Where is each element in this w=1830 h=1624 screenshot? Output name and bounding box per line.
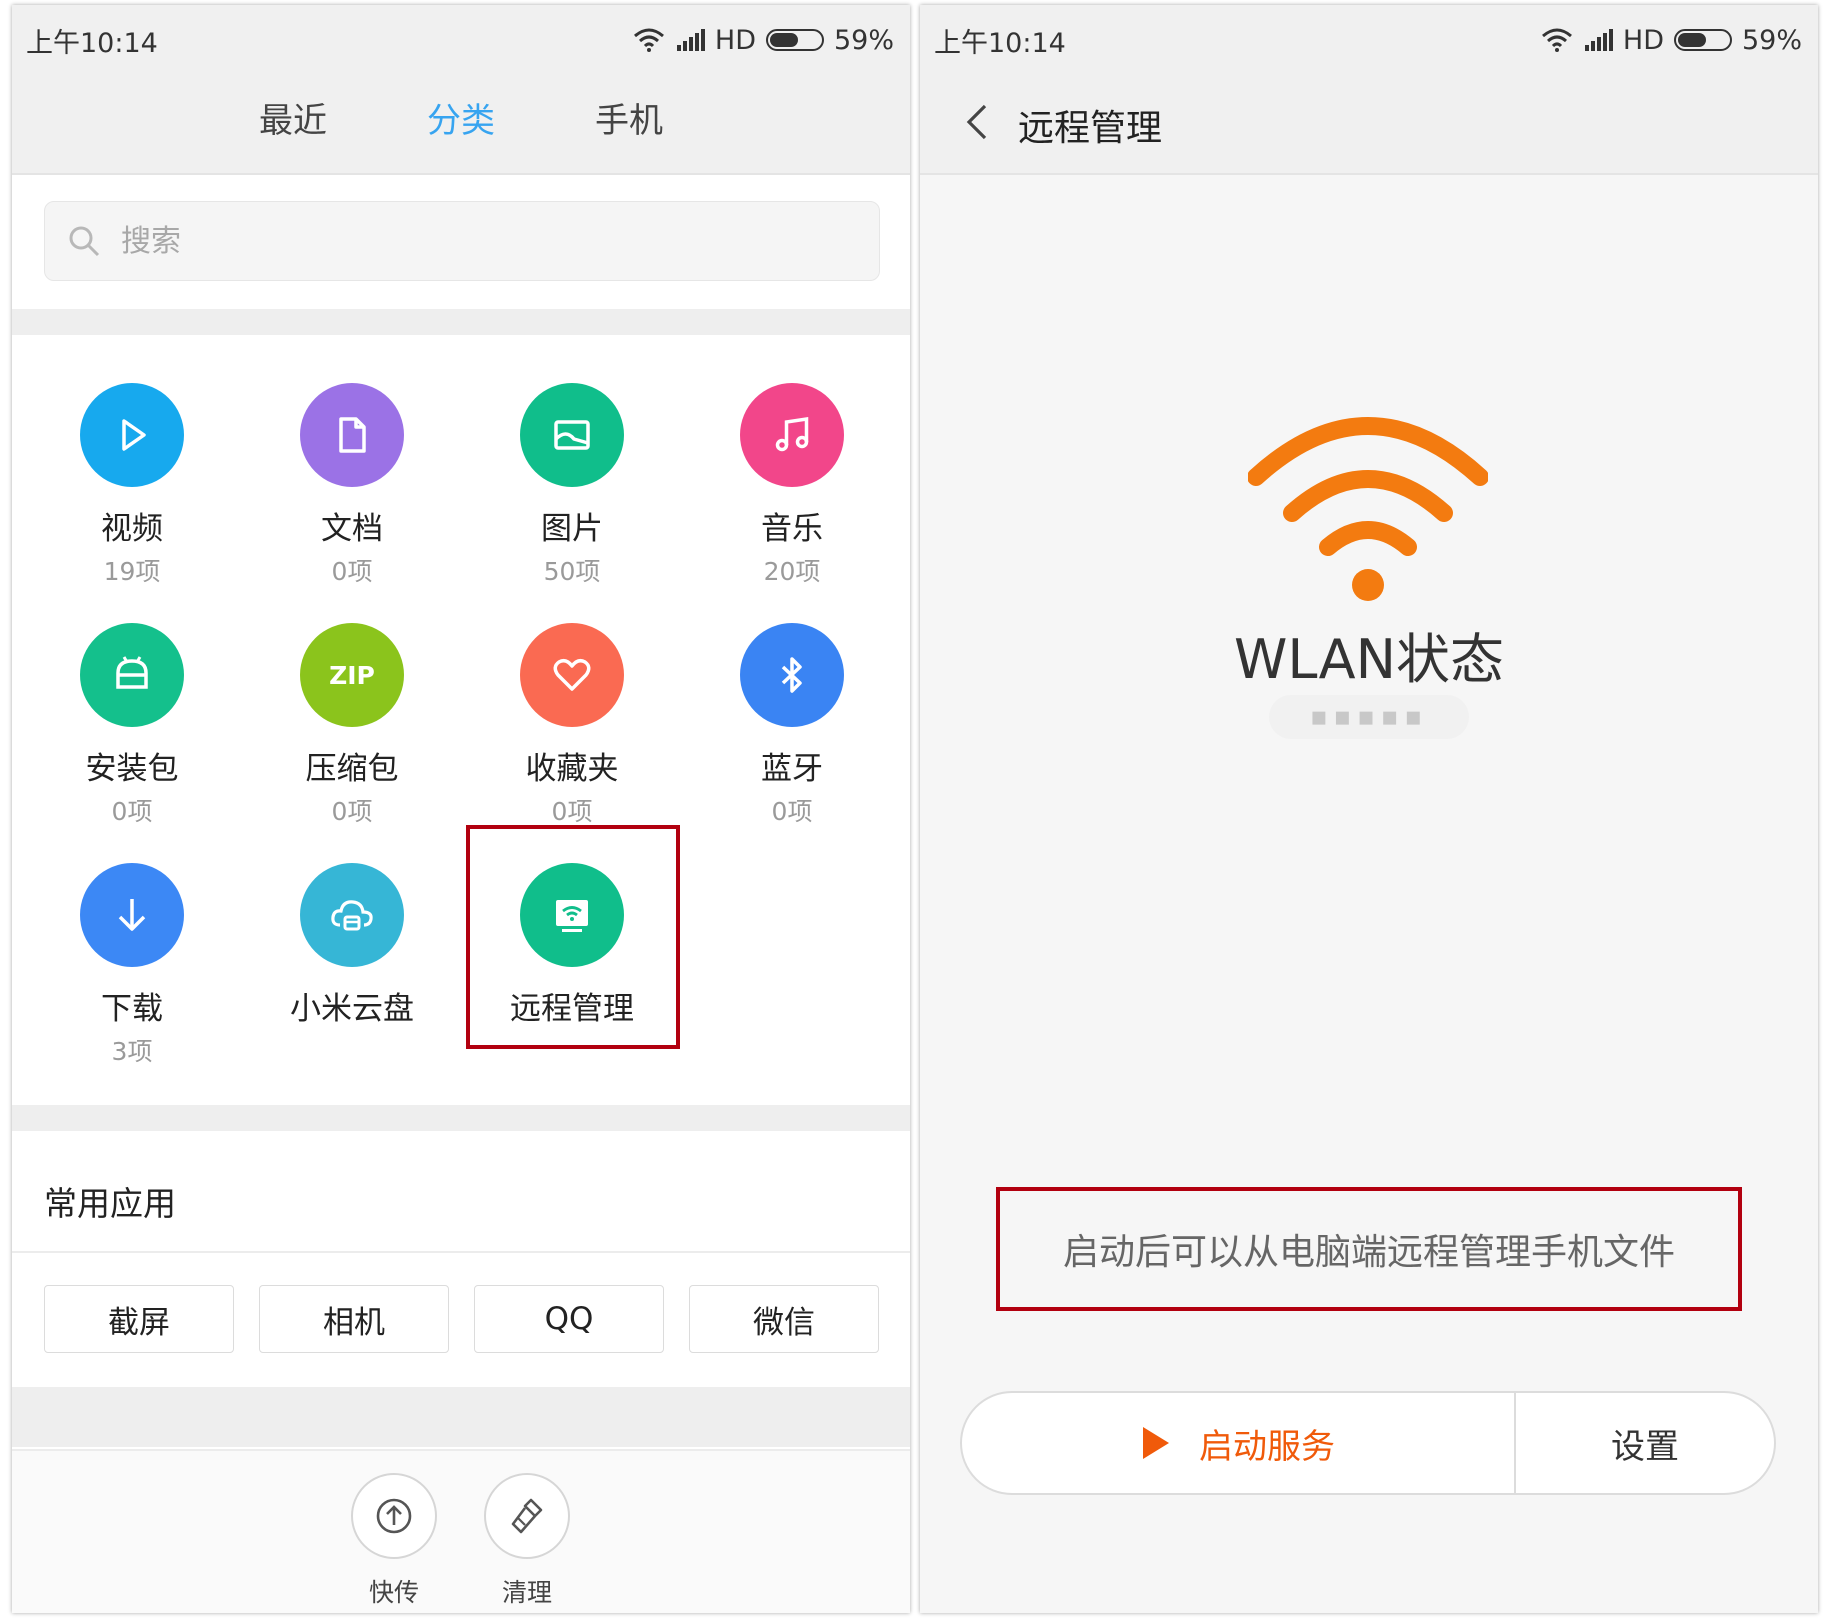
section-divider [12, 1387, 910, 1447]
wlan-status-title: WLAN状态 [1233, 628, 1505, 691]
highlight-box [466, 825, 680, 1049]
app-button-screenshot[interactable]: 截屏 [44, 1285, 234, 1353]
search-box[interactable] [44, 201, 880, 281]
tab-phone[interactable]: 手机 [595, 93, 663, 142]
category-name: 图片 [541, 511, 603, 547]
document-icon [300, 383, 404, 487]
category-name: 压缩包 [305, 751, 399, 787]
battery-icon [765, 29, 824, 51]
hint-text: 启动后可以从电脑端远程管理手机文件 [1062, 1232, 1675, 1273]
top-bar: 上午10:14 HD 59% [12, 5, 910, 175]
status-indicators: HD 59% [1541, 25, 1802, 56]
section-divider [12, 309, 910, 335]
tab-recent[interactable]: 最近 [259, 93, 327, 142]
page-title: 远程管理 [1018, 108, 1163, 149]
action-bar: 启动服务 设置 [960, 1391, 1776, 1495]
package-icon [80, 623, 184, 727]
zip-icon: ZIP [300, 623, 404, 727]
bluetooth-icon [740, 623, 844, 727]
status-bar: 上午10:14 HD 59% [12, 5, 910, 75]
wifi-icon [633, 28, 664, 52]
battery-percent: 59% [833, 24, 894, 56]
app-button-camera[interactable]: 相机 [259, 1285, 449, 1353]
app-button-wechat[interactable]: 微信 [689, 1285, 879, 1353]
tool-label: 清理 [501, 1578, 552, 1607]
category-package[interactable]: 安装包 0项 [22, 623, 242, 828]
app-button-qq[interactable]: QQ [474, 1285, 664, 1353]
status-time: 上午10:14 [934, 27, 1066, 59]
category-name: 音乐 [761, 511, 823, 547]
category-name: 文档 [321, 511, 383, 547]
network-type: HD [714, 24, 756, 56]
category-count: 0项 [331, 797, 373, 826]
file-manager-category-screen: 上午10:14 HD 59% 最近 分类 手机 搜索 视频 19项 文档 0项 … [12, 5, 910, 1613]
search-input[interactable] [121, 223, 821, 259]
category-cloud-drive[interactable]: 小米云盘 [242, 863, 462, 1032]
cloud-drive-icon [300, 863, 404, 967]
zip-icon-text: ZIP [329, 660, 375, 690]
signal-icon [676, 29, 705, 51]
category-video[interactable]: 视频 19项 [22, 383, 242, 588]
start-service-button[interactable]: 启动服务 [962, 1393, 1516, 1493]
play-icon [80, 383, 184, 487]
status-bar: 上午10:14 HD 59% [920, 5, 1818, 75]
status-time: 上午10:14 [26, 27, 158, 59]
category-count: 0项 [771, 797, 813, 826]
play-icon [1143, 1427, 1169, 1459]
category-zip[interactable]: ZIP 压缩包 0项 [242, 623, 462, 828]
upload-icon [351, 1473, 437, 1559]
tool-quick-transfer[interactable]: 快传 [334, 1473, 454, 1609]
category-bluetooth[interactable]: 蓝牙 0项 [682, 623, 902, 828]
category-count: 3项 [111, 1037, 153, 1066]
top-bar: 上午10:14 HD 59% [920, 5, 1818, 175]
tab-bar: 最近 分类 手机 [12, 93, 910, 142]
category-download[interactable]: 下载 3项 [22, 863, 242, 1068]
common-apps-title: 常用应用 [44, 1184, 176, 1223]
category-music[interactable]: 音乐 20项 [682, 383, 902, 588]
network-type: HD [1622, 24, 1664, 56]
battery-percent: 59% [1741, 24, 1802, 56]
chevron-left-icon [966, 104, 987, 140]
wifi-large-icon [1248, 417, 1488, 601]
category-count: 0项 [331, 557, 373, 586]
category-count: 19项 [103, 557, 161, 586]
category-name: 蓝牙 [761, 751, 823, 787]
search-icon [69, 226, 100, 257]
download-icon [80, 863, 184, 967]
divider-line [12, 1251, 910, 1253]
tool-label: 快传 [368, 1578, 419, 1607]
remote-manage-screen: 上午10:14 HD 59% 远程管理 WLAN状态 ▪︎▪︎▪︎▪︎▪︎ 启动… [920, 5, 1818, 1613]
settings-button[interactable]: 设置 [1516, 1393, 1774, 1493]
category-name: 收藏夹 [525, 751, 619, 787]
category-grid: 视频 19项 文档 0项 图片 50项 音乐 20项 安装包 0项 ZIP 压缩… [12, 365, 910, 1085]
hint-highlight-box: 启动后可以从电脑端远程管理手机文件 [996, 1187, 1742, 1311]
bottom-toolbar: 快传 清理 [12, 1449, 910, 1613]
category-name: 视频 [101, 511, 163, 547]
category-image[interactable]: 图片 50项 [462, 383, 682, 588]
heart-icon [520, 623, 624, 727]
signal-icon [1584, 29, 1613, 51]
section-divider [12, 1105, 910, 1131]
category-count: 50项 [543, 557, 601, 586]
tab-category[interactable]: 分类 [427, 93, 495, 142]
category-count: 0项 [551, 797, 593, 826]
category-count: 20项 [763, 557, 821, 586]
category-count: 0项 [111, 797, 153, 826]
image-icon [520, 383, 624, 487]
back-button[interactable] [956, 97, 996, 147]
status-indicators: HD 59% [633, 25, 894, 56]
broom-icon [484, 1473, 570, 1559]
battery-icon [1673, 29, 1732, 51]
category-document[interactable]: 文档 0项 [242, 383, 462, 588]
tool-clean[interactable]: 清理 [467, 1473, 587, 1609]
category-name: 安装包 [85, 751, 179, 787]
category-name: 下载 [101, 991, 163, 1027]
wifi-icon [1541, 28, 1572, 52]
category-name: 小米云盘 [290, 991, 414, 1027]
music-icon [740, 383, 844, 487]
category-favorites[interactable]: 收藏夹 0项 [462, 623, 682, 828]
wlan-ssid: ▪︎▪︎▪︎▪︎▪︎ [1269, 695, 1469, 739]
start-service-label: 启动服务 [1199, 1426, 1335, 1467]
